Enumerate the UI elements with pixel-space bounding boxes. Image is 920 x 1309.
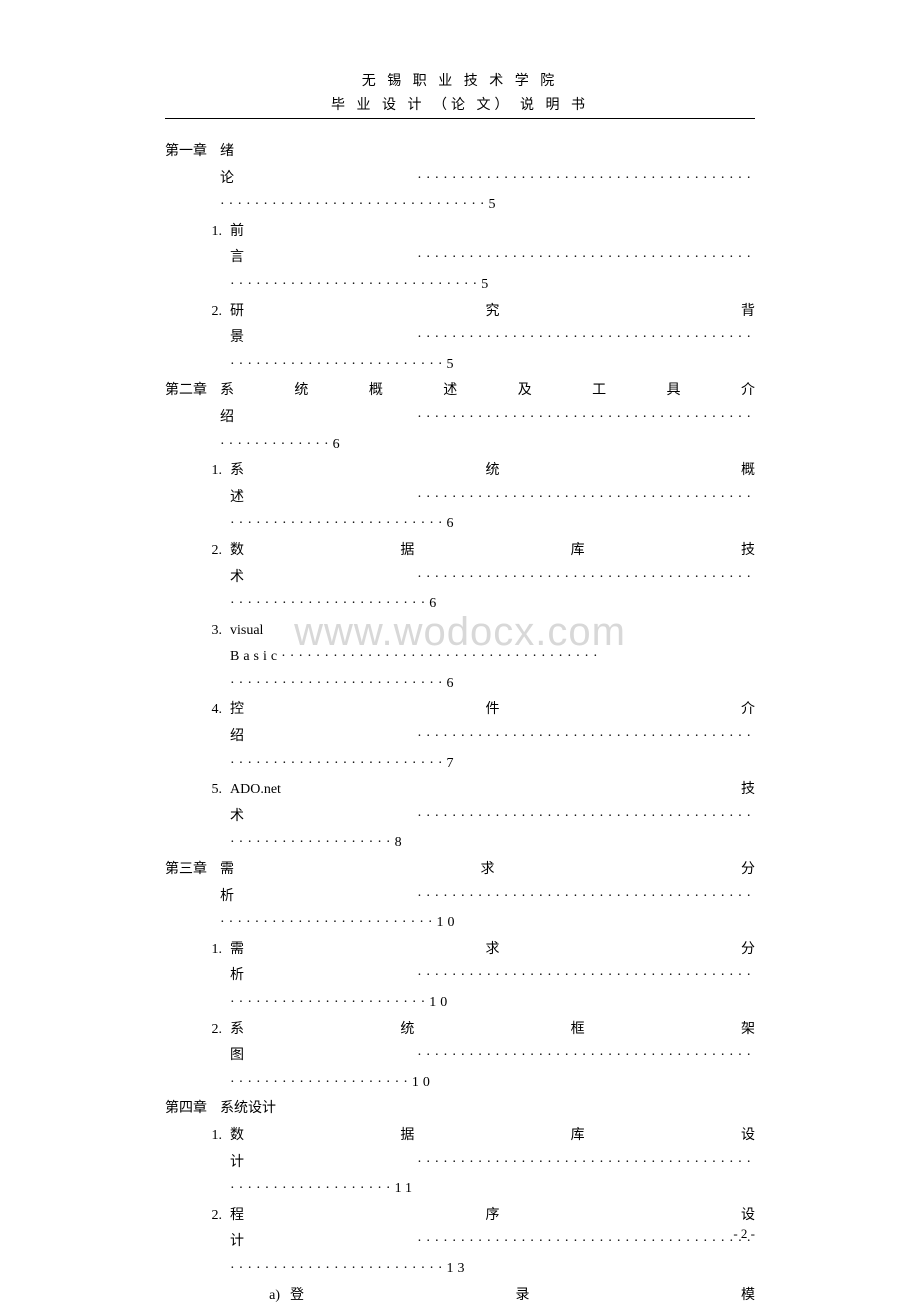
- section-number: 5.: [195, 777, 230, 804]
- toc-dots-line: 计·······································: [165, 1150, 755, 1177]
- table-of-contents: 第一章绪论···································…: [165, 139, 755, 1309]
- chapter-title: 需求分: [220, 857, 755, 884]
- toc-dots-line: 计·······································: [165, 1229, 755, 1256]
- section-number: 1.: [195, 458, 230, 485]
- toc-section: 1.前: [165, 219, 755, 246]
- chapter-label: 第三章: [165, 857, 220, 884]
- toc-dots-line: 绍·······································: [165, 724, 755, 751]
- chapter-title: 绪: [220, 139, 755, 166]
- toc-dots-page: ·························6: [165, 671, 755, 698]
- toc-dots-line: 析·······································: [165, 963, 755, 990]
- header-doc-type: 毕 业 设 计 （论 文） 说 明 书: [165, 94, 755, 119]
- toc-section: 2.研究背: [165, 299, 755, 326]
- section-number: 3.: [195, 618, 230, 645]
- toc-section: 4.控件介: [165, 697, 755, 724]
- toc-dots-page: ···················11: [165, 1176, 755, 1203]
- toc-dots-line: 析·······································: [165, 884, 755, 911]
- toc-dots-page: ·························13: [165, 1256, 755, 1283]
- section-title: 系统框架: [230, 1017, 755, 1044]
- toc-dots-page: ·············6: [165, 432, 755, 459]
- section-number: 2.: [195, 299, 230, 326]
- toc-section: 2.程序设: [165, 1203, 755, 1230]
- toc-dots-page: ·························6: [165, 511, 755, 538]
- toc-chapter: 第一章绪: [165, 139, 755, 166]
- section-number: 4.: [195, 697, 230, 724]
- toc-dots-line: 景·······································: [165, 325, 755, 352]
- toc-chapter: 第四章系统设计: [165, 1096, 755, 1123]
- toc-section: 1.系统概: [165, 458, 755, 485]
- header-institution: 无 锡 职 业 技 术 学 院: [165, 70, 755, 90]
- toc-dots-page: ···················8: [165, 830, 755, 857]
- toc-dots-page: ·····················10: [165, 1070, 755, 1097]
- section-title: 程序设: [230, 1203, 755, 1230]
- toc-section: 2.数据库技: [165, 538, 755, 565]
- toc-dots-line: Basic···································…: [165, 644, 755, 671]
- toc-dots-page: ·······················6: [165, 591, 755, 618]
- section-number: 2.: [195, 1017, 230, 1044]
- section-title: visual: [230, 618, 755, 645]
- toc-dots-line: 术·······································: [165, 565, 755, 592]
- toc-dots-line: 绍·······································: [165, 405, 755, 432]
- toc-section: 1.数据库设: [165, 1123, 755, 1150]
- section-title: ADO.net技: [230, 777, 755, 804]
- toc-subsection: a)登录模: [165, 1283, 755, 1309]
- section-number: 1.: [195, 219, 230, 246]
- toc-dots-line: 述·······································: [165, 485, 755, 512]
- toc-dots-page: ·······························5: [165, 192, 755, 219]
- toc-dots-page: ·······················10: [165, 990, 755, 1017]
- chapter-label: 第二章: [165, 378, 220, 405]
- toc-chapter: 第三章需求分: [165, 857, 755, 884]
- toc-dots-line: 术·······································: [165, 804, 755, 831]
- section-title: 需求分: [230, 937, 755, 964]
- chapter-title: 系统概述及工具介: [220, 378, 755, 405]
- chapter-label: 第一章: [165, 139, 220, 166]
- toc-dots-line: 图·······································: [165, 1043, 755, 1070]
- toc-section: 3.visual: [165, 618, 755, 645]
- toc-dots-line: 论·······································: [165, 166, 755, 193]
- section-title: 数据库设: [230, 1123, 755, 1150]
- section-title: 系统概: [230, 458, 755, 485]
- section-title: 前: [230, 219, 755, 246]
- section-title: 数据库技: [230, 538, 755, 565]
- toc-dots-page: ·························7: [165, 751, 755, 778]
- toc-dots-page: ·························5: [165, 352, 755, 379]
- section-number: 1.: [195, 937, 230, 964]
- section-title: 研究背: [230, 299, 755, 326]
- toc-dots-line: 言·······································: [165, 245, 755, 272]
- toc-dots-page: ·························10: [165, 910, 755, 937]
- chapter-title: 系统设计: [220, 1096, 755, 1123]
- chapter-label: 第四章: [165, 1096, 220, 1123]
- toc-section: 2.系统框架: [165, 1017, 755, 1044]
- toc-section: 1.需求分: [165, 937, 755, 964]
- section-number: 1.: [195, 1123, 230, 1150]
- section-title: 控件介: [230, 697, 755, 724]
- subsection-title: 登录模: [290, 1283, 755, 1309]
- section-number: 2.: [195, 538, 230, 565]
- toc-dots-page: ·····························5: [165, 272, 755, 299]
- subsection-number: a): [260, 1283, 290, 1309]
- toc-section: 5.ADO.net技: [165, 777, 755, 804]
- section-number: 2.: [195, 1203, 230, 1230]
- toc-chapter: 第二章系统概述及工具介: [165, 378, 755, 405]
